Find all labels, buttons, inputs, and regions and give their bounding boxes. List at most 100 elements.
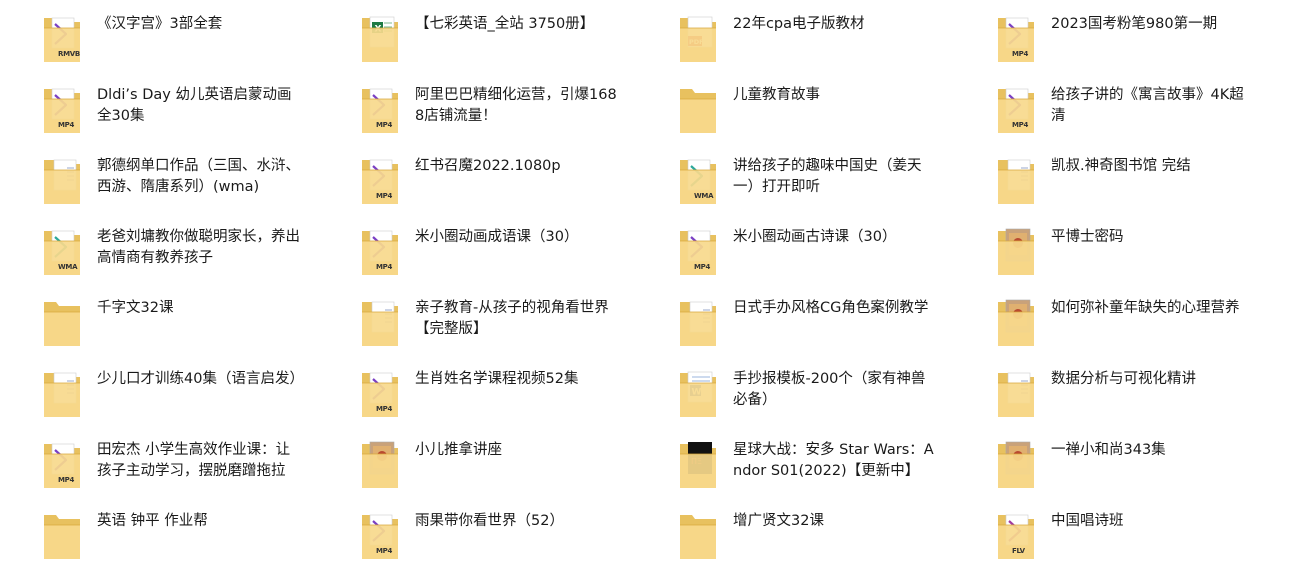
folder-name: 红书召魔2022.1080p (415, 158, 561, 174)
folder-mp4-icon: MP4 (678, 225, 718, 277)
folder-item[interactable]: 英语 钟平 作业帮 (0, 505, 300, 569)
folder-item[interactable]: 平博士密码 (954, 221, 1254, 285)
folder-name: 田宏杰 小学生高效作业课：让孩子主动学习，摆脱磨蹭拖拉 (97, 442, 291, 479)
folder-item[interactable]: 凯叔.神奇图书馆 完结 (954, 150, 1254, 214)
folder-item[interactable]: 亲子教育-从孩子的视角看世界【完整版】 (318, 292, 618, 356)
folder-image-icon (360, 438, 400, 490)
folder-word-icon: W (678, 367, 718, 419)
folder-item[interactable]: MP4 田宏杰 小学生高效作业课：让孩子主动学习，摆脱磨蹭拖拉 (0, 434, 300, 498)
folder-name: 郭德纲单口作品（三国、水浒、西游、隋唐系列）(wma) (97, 158, 300, 195)
folder-name: 增广贤文32课 (733, 513, 824, 529)
folder-item[interactable]: MP4 给孩子讲的《寓言故事》4K超清 (954, 79, 1254, 143)
folder-mp4-icon: MP4 (360, 367, 400, 419)
folder-item[interactable]: WMA 讲给孩子的趣味中国史（姜天一）打开即听 (636, 150, 936, 214)
folder-item[interactable]: W 手抄报模板-200个（家有神兽必备） (636, 363, 936, 427)
folder-name: 米小圈动画成语课（30） (415, 229, 579, 245)
folder-flv-icon: FLV (996, 509, 1036, 561)
folder-item[interactable]: 增广贤文32课 (636, 505, 936, 569)
folder-name: 22年cpa电子版教材 (733, 16, 865, 32)
folder-name: 中国唱诗班 (1051, 513, 1124, 529)
file-type-badge: MP4 (694, 263, 711, 271)
folder-item[interactable]: 一禅小和尚343集 (954, 434, 1254, 498)
folder-item[interactable]: MP4 红书召魔2022.1080p (318, 150, 618, 214)
folder-doc-icon (42, 154, 82, 206)
folder-item[interactable]: MP4 2023国考粉笔980第一期 (954, 8, 1254, 72)
folder-name: 数据分析与可视化精讲 (1051, 371, 1196, 387)
folder-item[interactable]: 日式手办风格CG角色案例教学 (636, 292, 936, 356)
folder-name: 少儿口才训练40集（语言启发） (97, 371, 304, 387)
folder-item[interactable]: ΠΞ 星球大战：安多 Star Wars：Andor S01(2022)【更新中… (636, 434, 936, 498)
file-type-badge: MP4 (376, 192, 393, 200)
folder-mp4-icon: MP4 (360, 225, 400, 277)
folder-mp4-icon: MP4 (42, 83, 82, 135)
folder-item[interactable]: 小儿推拿讲座 (318, 434, 618, 498)
folder-item[interactable]: MP4 生肖姓名学课程视频52集 (318, 363, 618, 427)
folder-name: 小儿推拿讲座 (415, 442, 502, 458)
folder-name: 2023国考粉笔980第一期 (1051, 16, 1218, 32)
folder-doc-icon (42, 367, 82, 419)
folder-name: 英语 钟平 作业帮 (97, 513, 208, 529)
file-type-badge: MP4 (1012, 121, 1029, 129)
folder-mp4-icon: MP4 (360, 509, 400, 561)
folder-mp4-icon: MP4 (360, 83, 400, 135)
file-type-badge: MP4 (376, 405, 393, 413)
folder-mp4-icon: MP4 (996, 12, 1036, 64)
folder-item[interactable]: FLV 中国唱诗班 (954, 505, 1254, 569)
folder-name: 亲子教育-从孩子的视角看世界【完整版】 (415, 300, 609, 337)
file-type-badge: MP4 (58, 476, 75, 484)
folder-wma-icon: WMA (678, 154, 718, 206)
folder-name: 凯叔.神奇图书馆 完结 (1051, 158, 1191, 174)
folder-item[interactable]: 郭德纲单口作品（三国、水浒、西游、隋唐系列）(wma) (0, 150, 300, 214)
folder-doc-icon (360, 296, 400, 348)
file-type-badge: MP4 (376, 547, 393, 555)
folder-item[interactable]: MP4 米小圈动画成语课（30） (318, 221, 618, 285)
file-type-badge: MP4 (376, 263, 393, 271)
folder-mp4-icon: MP4 (996, 83, 1036, 135)
folder-name: 如何弥补童年缺失的心理营养 (1051, 300, 1240, 316)
folder-wma-icon: WMA (42, 225, 82, 277)
folder-name: 星球大战：安多 Star Wars：Andor S01(2022)【更新中】 (733, 442, 934, 479)
folder-name: Dldi’s Day 幼儿英语启蒙动画全30集 (97, 87, 292, 124)
folder-name: 日式手办风格CG角色案例教学 (733, 300, 929, 316)
folder-item[interactable]: MP4 阿里巴巴精细化运营，引爆1688店铺流量！ (318, 79, 618, 143)
folder-item[interactable]: 儿童教育故事 (636, 79, 936, 143)
folder-item[interactable]: MP4 米小圈动画古诗课（30） (636, 221, 936, 285)
folder-name: 儿童教育故事 (733, 87, 820, 103)
folder-image-icon (996, 225, 1036, 277)
file-grid: RMVB 《汉字宫》3部全套 X 【七彩英语_全站 3750册】 PDF 22年c… (0, 0, 1313, 576)
folder-name: 讲给孩子的趣味中国史（姜天一）打开即听 (733, 158, 922, 195)
folder-item[interactable]: 数据分析与可视化精讲 (954, 363, 1254, 427)
folder-name: 千字文32课 (97, 300, 174, 316)
file-type-badge: WMA (694, 192, 714, 200)
folder-name: 《汉字宫》3部全套 (97, 16, 223, 32)
folder-name: 【七彩英语_全站 3750册】 (415, 16, 595, 32)
file-type-badge: MP4 (1012, 50, 1029, 58)
folder-name: 手抄报模板-200个（家有神兽必备） (733, 371, 926, 408)
file-type-badge: WMA (58, 263, 78, 271)
folder-name: 老爸刘墉教你做聪明家长，养出高情商有教养孩子 (97, 229, 300, 266)
folder-item[interactable]: MP4 Dldi’s Day 幼儿英语启蒙动画全30集 (0, 79, 300, 143)
folder-plain-icon (678, 83, 718, 135)
folder-item[interactable]: 少儿口才训练40集（语言启发） (0, 363, 304, 427)
file-type-badge: RMVB (58, 50, 80, 58)
folder-item[interactable]: PDF 22年cpa电子版教材 (636, 8, 936, 72)
folder-image-icon (996, 438, 1036, 490)
folder-image-icon (996, 296, 1036, 348)
folder-item[interactable]: MP4 雨果带你看世界（52） (318, 505, 618, 569)
folder-item[interactable]: X 【七彩英语_全站 3750册】 (318, 8, 618, 72)
folder-name: 平博士密码 (1051, 229, 1124, 245)
folder-item[interactable]: RMVB 《汉字宫》3部全套 (0, 8, 300, 72)
folder-doc-icon (996, 154, 1036, 206)
folder-name: 给孩子讲的《寓言故事》4K超清 (1051, 87, 1244, 124)
folder-item[interactable]: WMA 老爸刘墉教你做聪明家长，养出高情商有教养孩子 (0, 221, 300, 285)
folder-item[interactable]: 千字文32课 (0, 292, 300, 356)
folder-plain-icon (678, 509, 718, 561)
folder-doc-icon (678, 296, 718, 348)
folder-item[interactable]: 如何弥补童年缺失的心理营养 (954, 292, 1254, 356)
folder-name: 雨果带你看世界（52） (415, 513, 564, 529)
folder-plain-icon (42, 296, 82, 348)
folder-mp4-icon: MP4 (360, 154, 400, 206)
folder-name: 阿里巴巴精细化运营，引爆1688店铺流量！ (415, 87, 617, 124)
file-type-badge: MP4 (376, 121, 393, 129)
folder-name: 一禅小和尚343集 (1051, 442, 1166, 458)
